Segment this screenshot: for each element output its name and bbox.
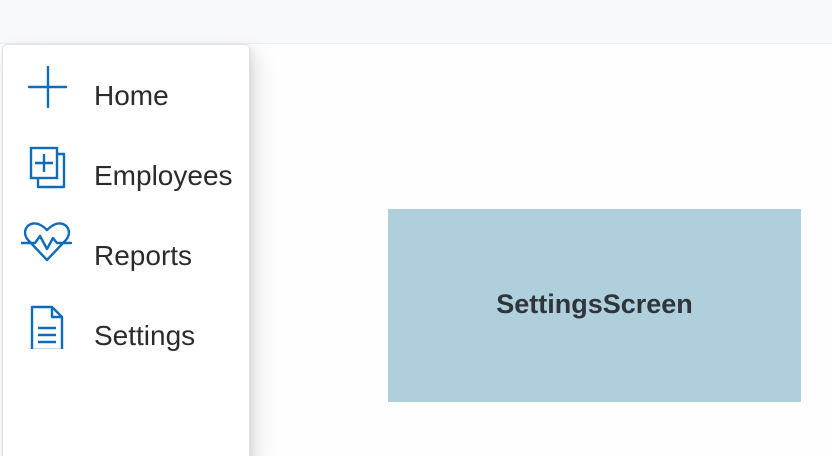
panel-title: SettingsScreen: [496, 289, 693, 319]
top-bar: [0, 0, 832, 44]
nav-item-label: Home: [94, 80, 169, 111]
app-window: SettingsScreen Home Employees Reports Se…: [0, 0, 832, 456]
nav-item-employees[interactable]: Employees: [3, 131, 249, 211]
copy-add-icon: [21, 137, 73, 189]
navigation-flyout: Home Employees Reports Settings: [2, 44, 250, 456]
nav-item-label: Employees: [94, 160, 233, 191]
nav-item-label: Settings: [94, 320, 196, 351]
nav-item-reports[interactable]: Reports: [3, 211, 249, 291]
nav-item-settings[interactable]: Settings: [3, 291, 249, 371]
document-icon: [21, 297, 73, 349]
settings-screen-panel: SettingsScreen: [388, 209, 801, 402]
heart-pulse-icon: [21, 217, 73, 269]
nav-item-label: Reports: [94, 240, 193, 271]
nav-item-home[interactable]: Home: [3, 51, 249, 131]
add-icon: [21, 57, 73, 109]
